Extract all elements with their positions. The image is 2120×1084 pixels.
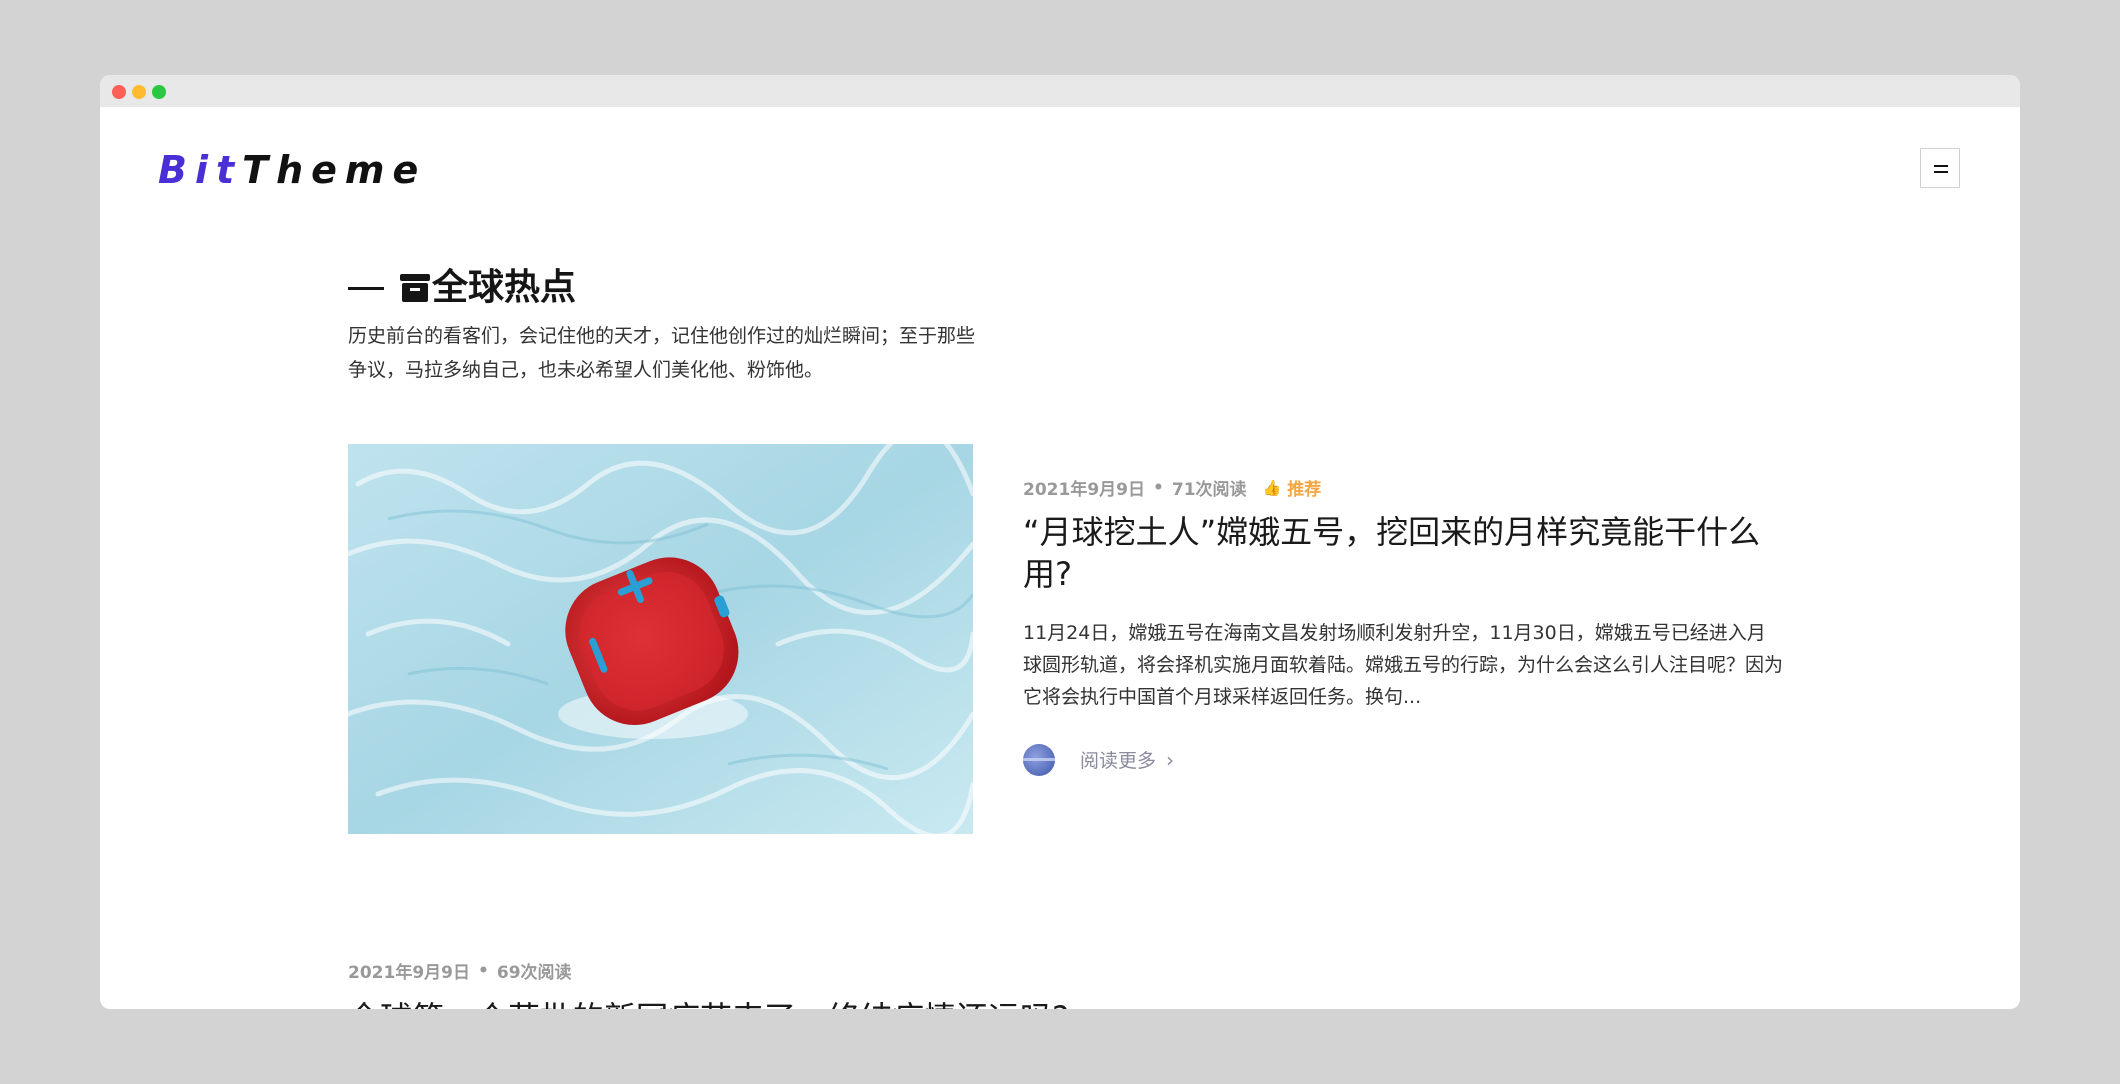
recommend-badge: 👍 推荐 [1262,475,1322,501]
close-window-button[interactable] [112,85,126,99]
logo-part-theme: Theme [242,148,427,192]
post-meta: 2021年9月9日 • 69次阅读 [348,958,572,984]
hamburger-icon-line [1934,171,1948,173]
site-logo[interactable]: BitTheme [158,151,426,189]
post-views: 69次阅读 [496,963,572,983]
post-date: 2021年9月9日 [348,963,470,983]
minimize-window-button[interactable] [132,85,146,99]
logo-part-bit: Bit [158,148,243,192]
meta-separator: • [1152,477,1164,498]
hamburger-icon [1934,165,1948,167]
heading-dash [348,286,384,290]
maximize-window-button[interactable] [152,85,166,99]
post-excerpt: 11月24日，嫦娥五号在海南文昌发射场顺利发射升空，11月30日，嫦娥五号已经进… [1023,622,1784,708]
post-date: 2021年9月9日 [1023,480,1145,500]
post-views: 71次阅读 [1171,480,1247,500]
archive-icon [400,274,430,302]
post-title[interactable]: “月球挖土人”嫦娥五号，挖回来的月样究竟能干什么用? [1023,511,1783,595]
window-titlebar [100,75,2020,107]
author-avatar[interactable] [1023,744,1055,776]
post-thumbnail[interactable] [348,444,973,834]
chevron-right-icon: › [1166,747,1175,772]
section-title: 全球热点 [432,267,577,308]
recommend-label: 推荐 [1287,480,1322,500]
section-description: 历史前台的看客们，会记住他的天才，记住他创作过的灿烂瞬间；至于那些争议，马拉多纳… [348,325,976,381]
read-more-link[interactable]: 阅读更多 › [1080,746,1174,773]
browser-window: BitTheme 全球热点 历史前台的看客们，会记住他的天才，记住他创作过的灿烂… [100,75,2020,1009]
meta-separator: • [477,960,489,981]
read-more-label: 阅读更多 [1080,750,1157,772]
thumbs-up-icon: 👍 [1262,478,1282,497]
section-heading: 全球热点 [348,270,576,306]
menu-button[interactable] [1920,148,1960,188]
post-meta: 2021年9月9日 • 71次阅读 👍 推荐 [1023,475,1322,501]
post-title[interactable]: 全球第一个获批的新冠疫苗来了，终结疫情还远吗? [348,997,1069,1009]
